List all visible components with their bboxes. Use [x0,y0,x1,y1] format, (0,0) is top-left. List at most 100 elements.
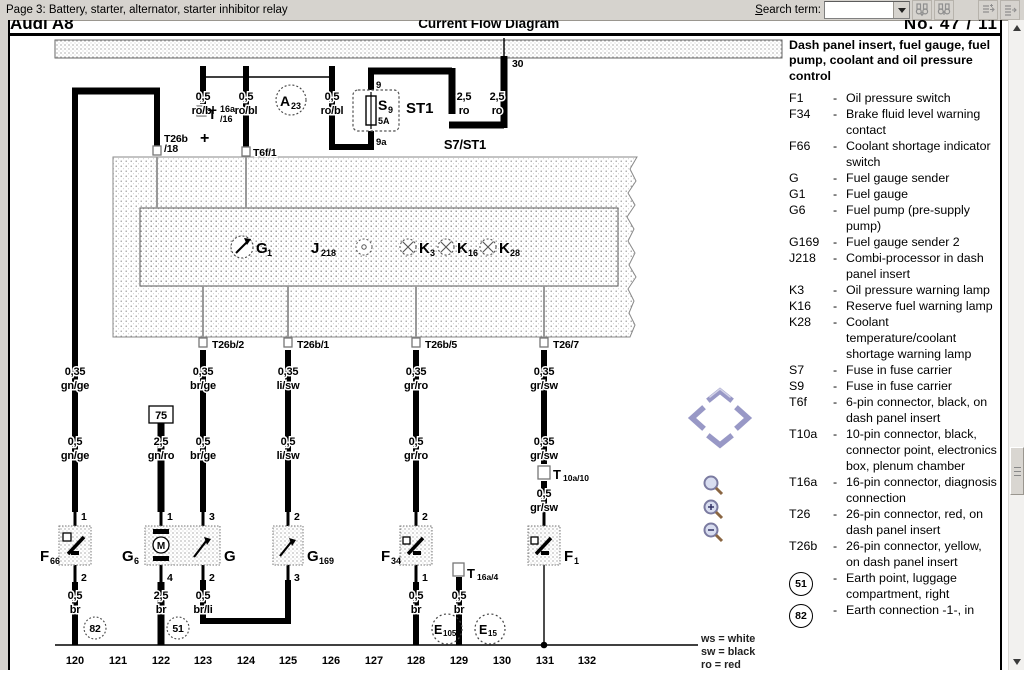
legend-entry: S9-Fuse in fuse carrier [789,378,1001,394]
pin-label: 2 [81,572,87,584]
g-label: G [224,548,236,565]
j218-sub: 218 [321,248,336,258]
fuse-s9-amps: 5A [378,116,390,126]
legend-dash: - [833,378,846,394]
wire-label: br [454,604,466,616]
wire-label: 0,5 [68,590,83,602]
connector-t6f1-label: T6f/1 [253,147,277,159]
legend-desc: Oil pressure switch [846,90,998,106]
wire-label: br [70,604,82,616]
legend-entry: G-Fuel gauge sender [789,170,1001,186]
clock-symbol [356,239,372,255]
zoom-in-button[interactable] [705,501,723,519]
legend-entry: T6f-6-pin connector, black, on dash pane… [789,394,1001,426]
legend-code: S9 [789,378,833,394]
continuation-band-top [55,40,782,58]
track-number: 132 [578,655,596,667]
vertical-scrollbar[interactable] [1008,20,1024,670]
wire-label: 2,5 [457,91,472,103]
k3-sub: 3 [430,248,435,258]
track-number: 121 [109,655,127,667]
earth-point-circle: 51 [789,572,813,596]
legend-code: K3 [789,282,833,298]
wire-label: 0,35 [534,436,555,448]
legend-dash: - [833,138,846,154]
pan-right-chevron-icon[interactable] [738,409,748,427]
e105-sub: 105 [443,629,457,638]
legend-desc: Coolant temperature/coolant shortage war… [846,314,998,362]
k16-label: K [457,240,468,257]
color-key-line: ro = red [701,659,755,672]
wire-label: li/sw [277,380,300,392]
wire-label: 0,5 [409,590,424,602]
track-number: 122 [152,655,170,667]
legend-code: T16a [789,474,833,490]
legend-entry: G169-Fuel gauge sender 2 [789,234,1001,250]
pan-left-chevron-icon[interactable] [692,409,702,427]
f1-sub: 1 [574,556,579,566]
legend-desc: 16-pin connector, diagnosis connection [846,474,998,506]
legend-entry: F1-Oil pressure switch [789,90,1001,106]
wire-label: gr/ro [404,380,429,392]
scroll-down-button[interactable] [1009,654,1024,670]
legend-dash: - [833,362,846,378]
wire-label: ro/bl [321,105,344,117]
track-number: 126 [322,655,340,667]
legend-dash: - [833,282,846,298]
wire-label: br/ge [190,380,216,392]
f1-label: F [564,548,573,565]
pin-label: 3 [209,511,215,523]
connector-t16a16-sup: 16a [220,104,236,114]
wire-label: br [411,604,423,616]
legend-desc: Fuse in fuse carrier [846,378,998,394]
pin-label: 1 [422,572,428,584]
f66-label: F [40,548,49,565]
wire-label: 0,35 [406,366,427,378]
legend-desc: Reserve fuel warning lamp [846,298,998,314]
legend-entry: F66-Coolant shortage indicator switch [789,138,1001,170]
legend-dash: - [833,186,846,202]
k3-label: K [419,240,430,257]
legend-code: G6 [789,202,833,218]
zoom-reset-button[interactable] [705,477,723,495]
switch-f1 [528,526,560,565]
legend-entry: G1-Fuel gauge [789,186,1001,202]
wire-label: ro [492,105,503,117]
junction-dot [541,642,548,649]
zoom-out-button[interactable] [705,524,723,542]
pin-label: 2 [294,511,300,523]
fuse-terminal-9: 9 [376,80,381,91]
wire-label: br [156,604,168,616]
connector-t26-7-label: T26/7 [553,339,579,351]
legend-desc: Fuel gauge sender [846,170,998,186]
legend-dash: - [833,234,846,250]
track-number: 130 [493,655,511,667]
scrollbar-thumb[interactable] [1010,447,1024,495]
pin-label: 2 [422,511,428,523]
legend-entry: 51-Earth point, luggage compartment, rig… [789,570,1001,602]
legend-code: F1 [789,90,833,106]
wire-label: br/li [193,604,212,616]
pin-label: 1 [81,511,87,523]
connection-a23-label: A [280,93,290,109]
f34-sub: 34 [391,556,401,566]
wire-label: gn/ge [61,450,89,462]
fuse-s9-sub: 9 [388,105,393,115]
legend-code: F34 [789,106,833,122]
pan-down-chevron-icon[interactable] [710,437,730,445]
wire-label: 2,5 [154,590,169,602]
legend-entry: T16a-16-pin connector, diagnosis connect… [789,474,1001,506]
scrollbar-grip [1014,467,1021,476]
scroll-up-button[interactable] [1009,20,1024,36]
k16-sub: 16 [468,248,478,258]
legend-dash: - [833,538,846,554]
connector-t10a10-sub: 10a/10 [563,473,589,483]
magnifier-handle [716,512,722,518]
legend-dash: - [833,426,846,442]
legend-code: G1 [789,186,833,202]
terminal-75-label: 75 [155,410,167,422]
wire-label: 0,5 [196,91,211,103]
connector-t26b5-label: T26b/5 [425,339,457,351]
legend-dash: - [833,570,846,586]
legend-entry: T10a-10-pin connector, black, connector … [789,426,1001,474]
